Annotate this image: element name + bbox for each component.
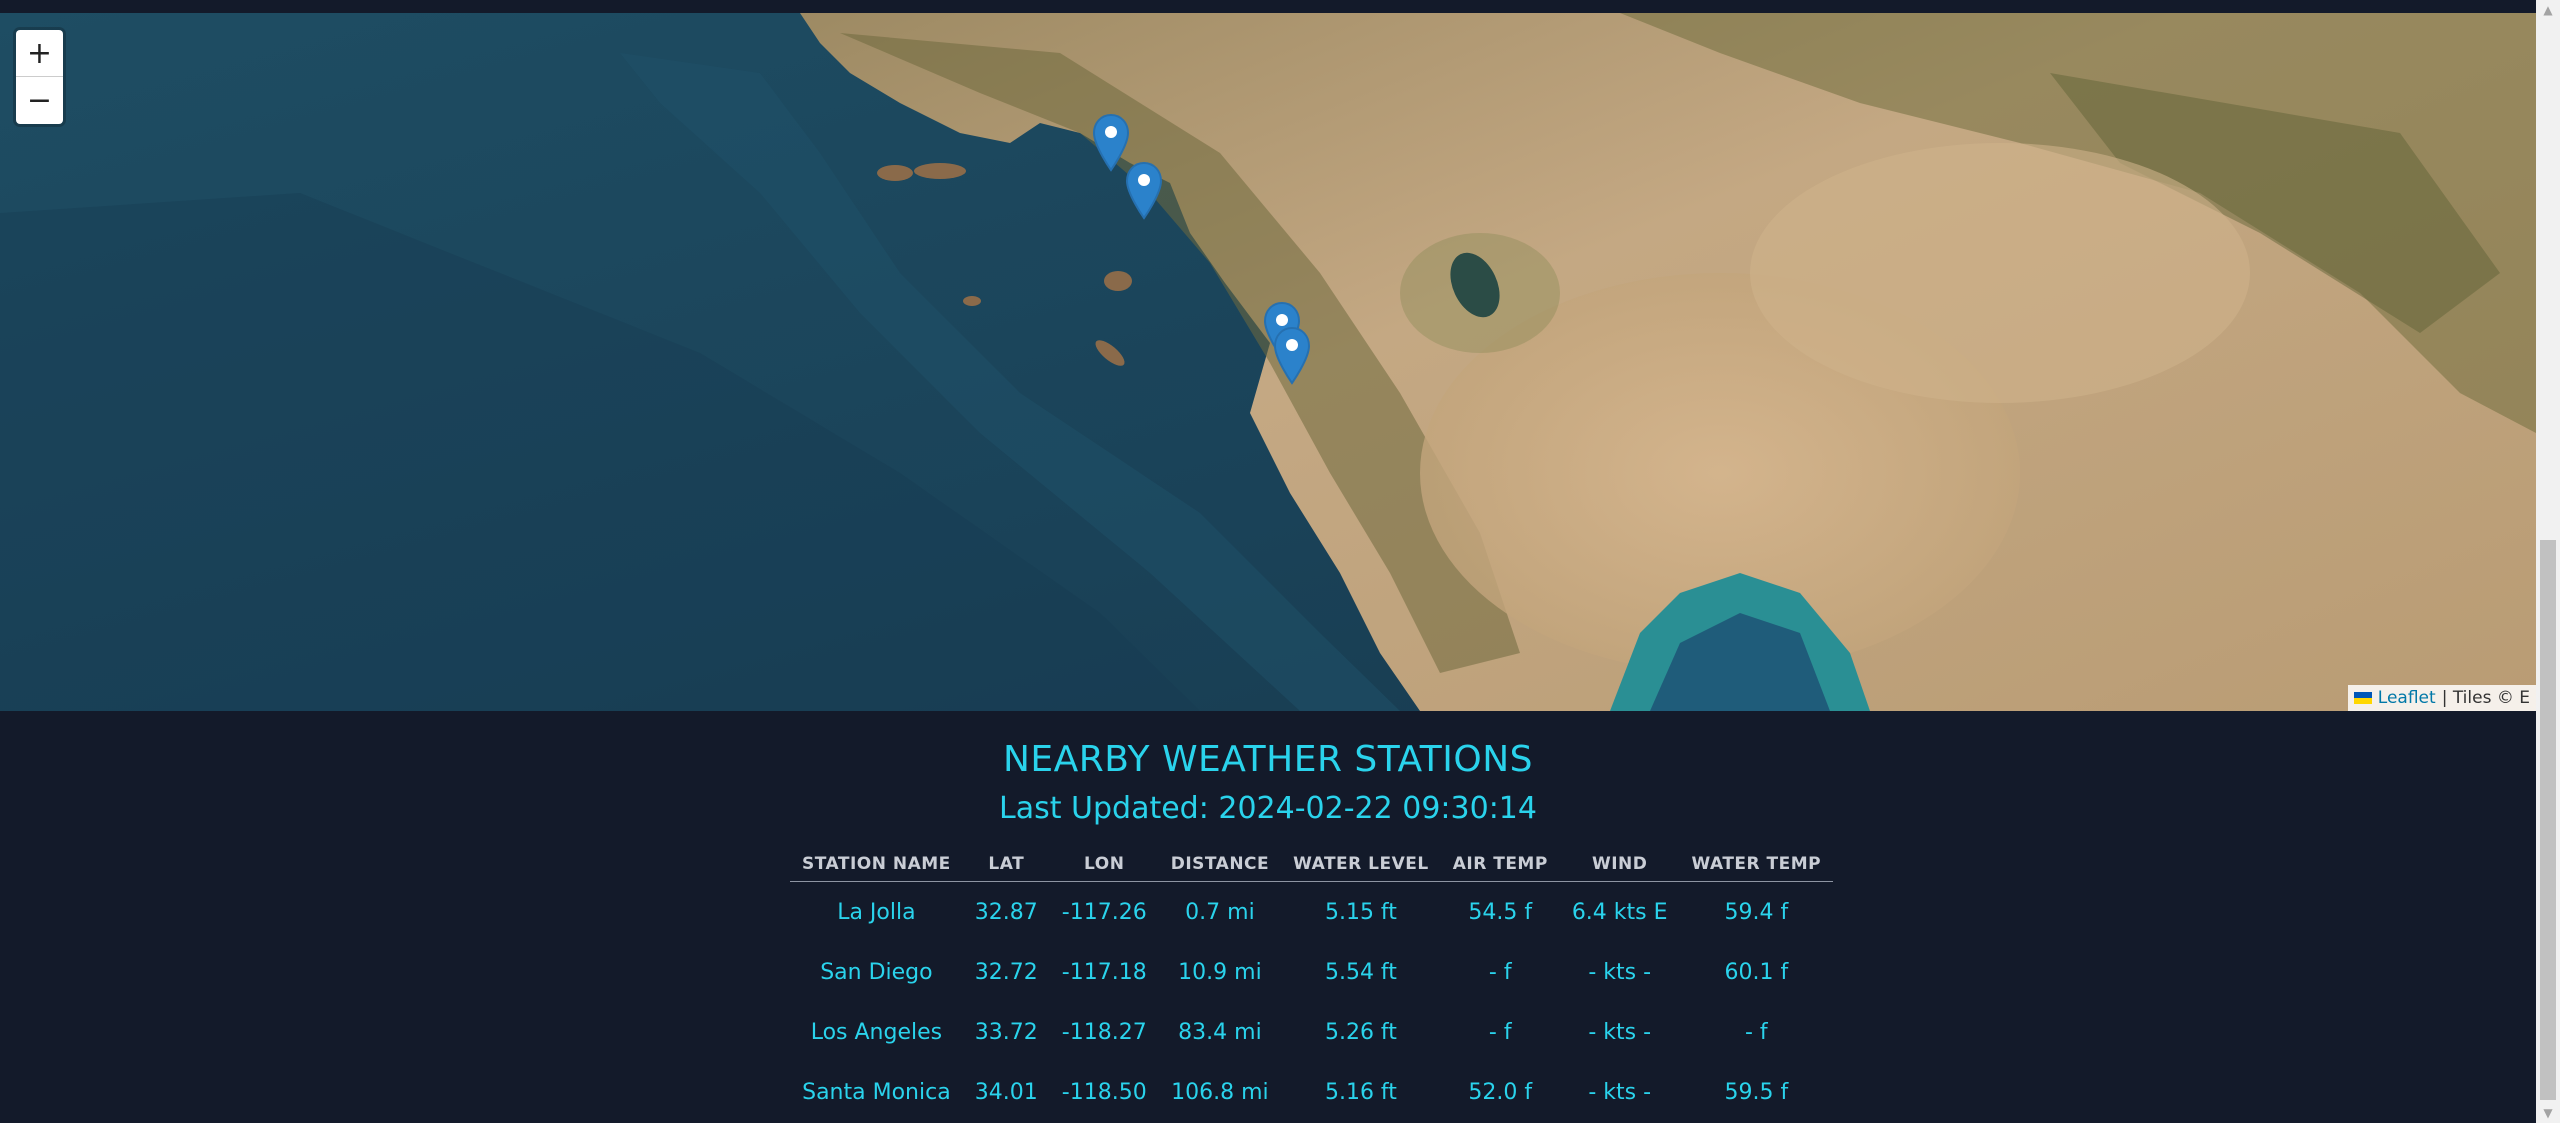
- col-distance: DISTANCE: [1158, 851, 1282, 882]
- top-bar: [0, 0, 2536, 13]
- table-row: San Diego 32.72 -117.18 10.9 mi 5.54 ft …: [790, 942, 1833, 1002]
- cell-lon: -118.50: [1061, 1079, 1147, 1105]
- cell-station-name: La Jolla: [837, 899, 916, 925]
- table-row: La Jolla 32.87 -117.26 0.7 mi 5.15 ft 54…: [790, 882, 1833, 943]
- page-scrollbar[interactable]: ▲ ▼: [2536, 0, 2560, 1123]
- map-terrain: [0, 13, 2536, 711]
- cell-air-temp: - f: [1488, 959, 1512, 985]
- cell-water-temp: 59.5 f: [1724, 1079, 1789, 1105]
- cell-station-name: San Diego: [820, 959, 933, 985]
- cell-distance: 10.9 mi: [1178, 959, 1262, 985]
- cell-water-temp: 60.1 f: [1724, 959, 1789, 985]
- scroll-up-arrow-icon[interactable]: ▲: [2536, 0, 2560, 20]
- cell-distance: 0.7 mi: [1185, 899, 1255, 925]
- cell-water-level: 5.16 ft: [1324, 1079, 1397, 1105]
- cell-wind: - kts -: [1588, 1019, 1652, 1045]
- cell-lat: 32.72: [974, 959, 1038, 985]
- cell-water-level: 5.26 ft: [1324, 1019, 1397, 1045]
- last-updated: Last Updated: 2024-02-22 09:30:14: [999, 791, 1537, 826]
- map-attribution: Leaflet | Tiles © E: [2347, 685, 2536, 711]
- col-water-temp: WATER TEMP: [1679, 851, 1834, 882]
- col-wind: WIND: [1559, 851, 1680, 882]
- cell-station-name: Santa Monica: [802, 1079, 951, 1105]
- map-marker-santa-monica[interactable]: [1125, 162, 1163, 220]
- page-title: NEARBY WEATHER STATIONS: [1002, 739, 1534, 780]
- ukraine-flag-icon: [2353, 692, 2372, 704]
- cell-distance: 106.8 mi: [1171, 1079, 1269, 1105]
- table-row: Santa Monica 34.01 -118.50 106.8 mi 5.16…: [790, 1062, 1833, 1122]
- cell-air-temp: 54.5 f: [1468, 899, 1533, 925]
- cell-air-temp: 52.0 f: [1468, 1079, 1533, 1105]
- zoom-control: + −: [16, 30, 63, 124]
- cell-wind: 6.4 kts E: [1571, 899, 1668, 925]
- cell-lon: -117.18: [1061, 959, 1147, 985]
- zoom-in-button[interactable]: +: [16, 30, 63, 77]
- col-water-level: WATER LEVEL: [1281, 851, 1441, 882]
- cell-lat: 33.72: [974, 1019, 1038, 1045]
- cell-station-name: Los Angeles: [810, 1019, 943, 1045]
- cell-water-level: 5.15 ft: [1324, 899, 1397, 925]
- cell-wind: - kts -: [1588, 1079, 1652, 1105]
- col-lon: LON: [1049, 851, 1159, 882]
- cell-lat: 32.87: [974, 899, 1038, 925]
- tiles-credit: | Tiles © E: [2441, 688, 2530, 708]
- col-air-temp: AIR TEMP: [1440, 851, 1560, 882]
- col-station-name: STATION NAME: [790, 851, 963, 882]
- scroll-down-arrow-icon[interactable]: ▼: [2536, 1103, 2560, 1123]
- table-row: Los Angeles 33.72 -118.27 83.4 mi 5.26 f…: [790, 1002, 1833, 1062]
- cell-lon: -117.26: [1061, 899, 1147, 925]
- cell-water-level: 5.54 ft: [1324, 959, 1397, 985]
- cell-air-temp: - f: [1488, 1019, 1512, 1045]
- cell-wind: - kts -: [1588, 959, 1652, 985]
- scroll-thumb[interactable]: [2540, 540, 2556, 1100]
- cell-lon: -118.27: [1061, 1019, 1147, 1045]
- cell-water-temp: - f: [1744, 1019, 1768, 1045]
- col-lat: LAT: [962, 851, 1050, 882]
- leaflet-link[interactable]: Leaflet: [2378, 688, 2436, 708]
- stations-section: NEARBY WEATHER STATIONS Last Updated: 20…: [0, 711, 2536, 1123]
- satellite-map[interactable]: + − Leaflet | Tiles © E: [0, 13, 2536, 711]
- cell-lat: 34.01: [974, 1079, 1038, 1105]
- cell-water-temp: 59.4 f: [1724, 899, 1789, 925]
- zoom-out-button[interactable]: −: [16, 77, 63, 123]
- map-marker-san-diego[interactable]: [1273, 327, 1311, 385]
- stations-table: STATION NAME LAT LON DISTANCE WATER LEVE…: [790, 851, 1834, 1122]
- table-header-row: STATION NAME LAT LON DISTANCE WATER LEVE…: [790, 851, 1834, 882]
- cell-distance: 83.4 mi: [1178, 1019, 1262, 1045]
